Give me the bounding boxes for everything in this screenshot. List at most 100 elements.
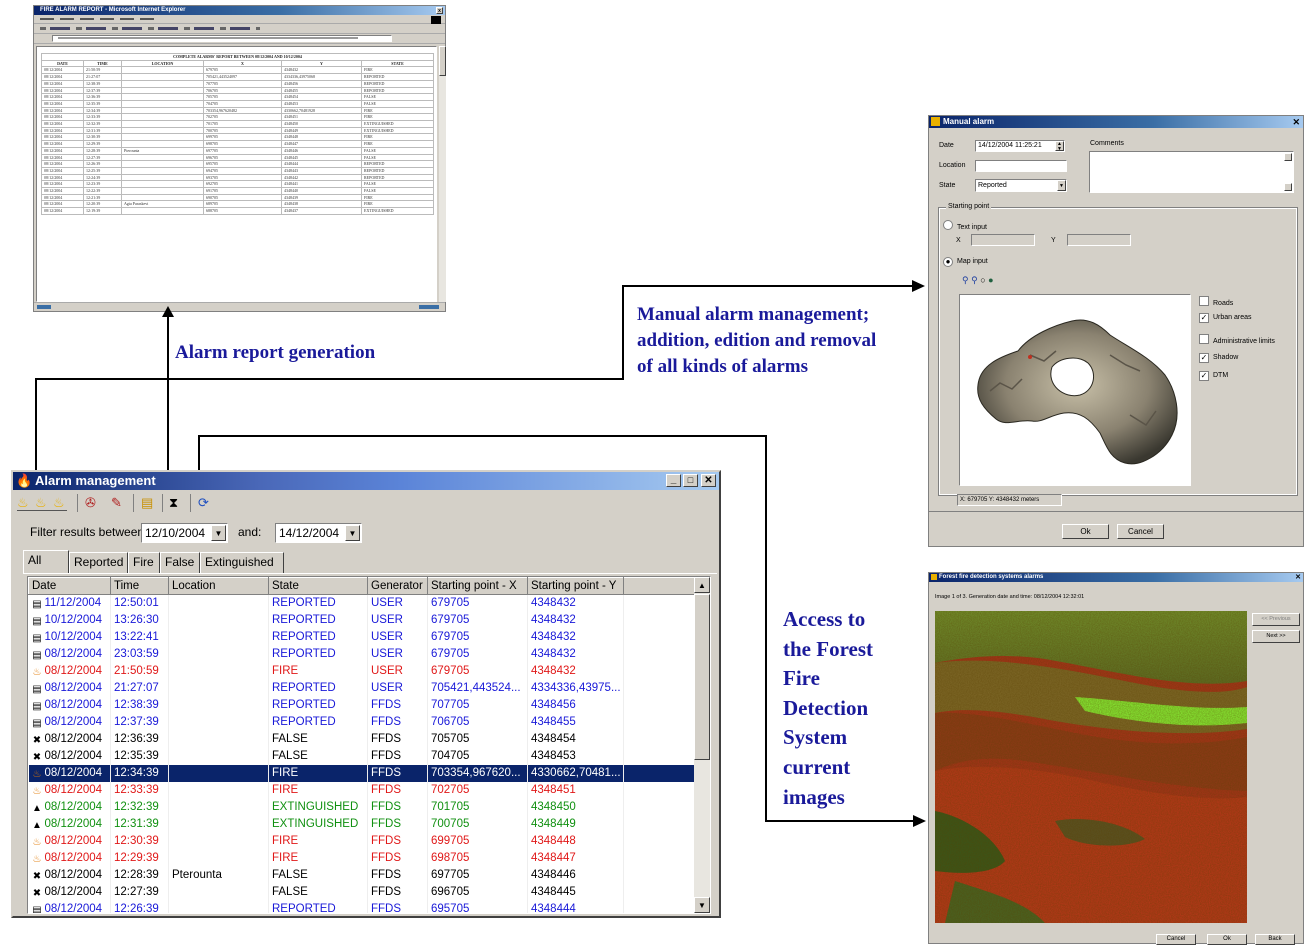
report-cell: 08/12/2004	[41, 66, 84, 75]
fire-alarm-icon[interactable]: ♨	[35, 495, 49, 511]
layer-urban-areas[interactable]: ✓ Urban areas	[1199, 313, 1252, 323]
zoom-in-icon[interactable]: ⚲	[962, 275, 969, 285]
tab-all[interactable]: All	[23, 550, 69, 573]
table-row[interactable]: ▤ 11/12/2004 12:50:01 REPORTED USER 679705 434…	[28, 594, 696, 612]
alarm-grid[interactable]: Date Time Location State Generator Starting p…	[28, 577, 696, 913]
cancel-button[interactable]: Cancel	[1117, 524, 1164, 539]
grid-column-header[interactable]: Location	[168, 577, 269, 595]
tab-extinguished[interactable]: Extinguished	[200, 552, 284, 573]
table-row[interactable]: ♨ 08/12/2004 12:33:39 FIRE FFDS 702705 4348451	[28, 782, 696, 799]
false-alarm-icon: ✖	[32, 752, 42, 763]
tab-false[interactable]: False	[160, 552, 200, 573]
delete-alarm-icon[interactable]: ✇	[85, 495, 101, 511]
globe-icon[interactable]: ●	[988, 275, 993, 285]
grid-column-header[interactable]: Generator	[367, 577, 428, 595]
report-cell: REPORTED	[360, 73, 435, 81]
zoom-out-icon[interactable]: ⚲	[971, 275, 978, 285]
table-row[interactable]: ▤ 08/12/2004 12:26:39 REPORTED FFDS 695705 434…	[28, 901, 696, 913]
cell-x: 703354,967620...	[427, 765, 528, 782]
table-row[interactable]: ▤ 08/12/2004 23:03:59 REPORTED USER 679705 434…	[28, 646, 696, 663]
refresh-icon[interactable]: ⟳	[198, 495, 214, 511]
grid-column-header[interactable]: Date	[28, 577, 111, 595]
table-row[interactable]: ♨ 08/12/2004 12:29:39 FIRE FFDS 698705 4348447	[28, 850, 696, 867]
grid-column-header[interactable]: Starting point - X	[427, 577, 528, 595]
fire-alarm-icon[interactable]: ♨	[17, 495, 31, 511]
grid-column-header[interactable]: Time	[110, 577, 169, 595]
ok-button[interactable]: Ok	[1207, 934, 1247, 945]
table-row[interactable]: ✖ 08/12/2004 12:28:39 Pterounta FALSE FFDS 697…	[28, 867, 696, 884]
browser-toolbar	[34, 24, 445, 34]
comments-textarea[interactable]	[1089, 151, 1294, 193]
report-icon[interactable]: ▤	[141, 495, 157, 511]
state-select[interactable]: Reported ▼	[975, 179, 1067, 192]
address-bar[interactable]	[34, 34, 445, 44]
table-row[interactable]: ✖ 08/12/2004 12:35:39 FALSE FFDS 704705 434845…	[28, 748, 696, 765]
map-view[interactable]	[959, 294, 1191, 486]
location-field[interactable]	[975, 160, 1067, 172]
date-field[interactable]: 14/12/2004 11:25:21 ▲ ▼	[975, 140, 1065, 152]
table-row[interactable]: ▲ 08/12/2004 12:31:39 EXTINGUISHED FFDS 70070…	[28, 816, 696, 833]
close-icon[interactable]: ✕	[1295, 573, 1301, 582]
cell-y: 4348432	[527, 663, 624, 680]
cancel-button[interactable]: Cancel	[1156, 934, 1196, 945]
layer-shadow[interactable]: ✓ Shadow	[1199, 353, 1238, 363]
minimize-icon[interactable]: _	[666, 474, 681, 487]
table-row[interactable]: ▲ 08/12/2004 12:32:39 EXTINGUISHED FFDS 70170…	[28, 799, 696, 816]
grid-column-header[interactable]: State	[268, 577, 368, 595]
edit-alarm-icon[interactable]: ✎	[111, 495, 127, 511]
cell-loc	[168, 714, 269, 731]
layer-dtm[interactable]: ✓ DTM	[1199, 371, 1228, 381]
report-cell: 08/12/2004	[41, 200, 84, 209]
y-field[interactable]	[1067, 234, 1131, 246]
chevron-down-icon[interactable]: ▼	[1057, 180, 1066, 191]
cell-gen: FFDS	[367, 850, 428, 867]
cell-empty	[623, 901, 696, 913]
previous-button[interactable]: << Previous	[1252, 613, 1300, 626]
chevron-down-icon[interactable]: ▼	[345, 525, 360, 541]
report-row: 08/12/2004 12:32:39 701705 4348450 EXTINGUIS…	[41, 120, 435, 128]
table-row[interactable]: ▤ 10/12/2004 13:22:41 REPORTED USER 679705 434…	[28, 629, 696, 646]
scroll-down-icon[interactable]: ▼	[694, 897, 710, 913]
text-input-radio[interactable]: Text input	[943, 220, 987, 231]
cell-empty	[623, 867, 696, 884]
date-from-select[interactable]: 12/10/2004 ▼	[141, 523, 228, 543]
close-icon[interactable]: ✕	[701, 474, 716, 487]
scroll-thumb[interactable]	[694, 594, 710, 760]
map-input-radio[interactable]: ● Map input	[943, 257, 988, 267]
layer-admin-limits[interactable]: Administrative limits	[1199, 334, 1275, 347]
cell-x: 697705	[427, 867, 528, 884]
grid-column-header[interactable]: Starting point - Y	[527, 577, 624, 595]
pan-icon[interactable]: ○	[980, 275, 985, 285]
table-row[interactable]: ♨ 08/12/2004 21:50:59 FIRE USER 679705 4348432	[28, 663, 696, 680]
ok-button[interactable]: Ok	[1062, 524, 1109, 539]
layer-roads[interactable]: Roads	[1199, 296, 1233, 309]
chevron-down-icon[interactable]: ▼	[211, 525, 226, 541]
date-to-select[interactable]: 14/12/2004 ▼	[275, 523, 362, 543]
report-cell: 12:30:39	[83, 133, 122, 142]
back-button[interactable]: Back	[1255, 934, 1295, 945]
table-row[interactable]: ✖ 08/12/2004 12:27:39 FALSE FFDS 696705 434844…	[28, 884, 696, 901]
table-row[interactable]: ✖ 08/12/2004 12:36:39 FALSE FFDS 705705 434845…	[28, 731, 696, 748]
grid-scrollbar[interactable]: ▲ ▼	[694, 577, 710, 913]
ffds-images-icon[interactable]: ⧗	[169, 495, 185, 511]
maximize-icon[interactable]: □	[683, 474, 698, 487]
table-row[interactable]: ▤ 08/12/2004 12:37:39 REPORTED FFDS 706705 434…	[28, 714, 696, 731]
tab-fire[interactable]: Fire	[128, 552, 160, 573]
table-row[interactable]: ♨ 08/12/2004 12:30:39 FIRE FFDS 699705 4348448	[28, 833, 696, 850]
table-row[interactable]: ▤ 10/12/2004 13:26:30 REPORTED USER 679705 434…	[28, 612, 696, 629]
table-row[interactable]: ♨ 08/12/2004 12:34:39 FIRE FFDS 703354,967620…	[28, 765, 696, 782]
table-row[interactable]: ▤ 08/12/2004 21:27:07 REPORTED USER 705421,44…	[28, 680, 696, 697]
x-field[interactable]	[971, 234, 1035, 246]
fire-alarm-icon[interactable]: ♨	[53, 495, 67, 511]
table-row[interactable]: ▤ 08/12/2004 12:38:39 REPORTED FFDS 707705 434…	[28, 697, 696, 714]
tab-reported[interactable]: Reported	[69, 552, 128, 573]
close-icon[interactable]: x	[436, 7, 443, 14]
report-scrollbar[interactable]	[439, 46, 446, 302]
spinner-icon[interactable]: ▲ ▼	[1055, 141, 1064, 152]
caption-manual-management: Manual alarm management; addition, editi…	[637, 302, 876, 380]
false-alarm-icon: ✖	[32, 735, 42, 746]
row-date: 08/12/2004	[44, 648, 103, 660]
scroll-up-icon[interactable]: ▲	[694, 577, 710, 593]
close-icon[interactable]: ✕	[1292, 116, 1300, 128]
next-button[interactable]: Next >>	[1252, 630, 1300, 643]
